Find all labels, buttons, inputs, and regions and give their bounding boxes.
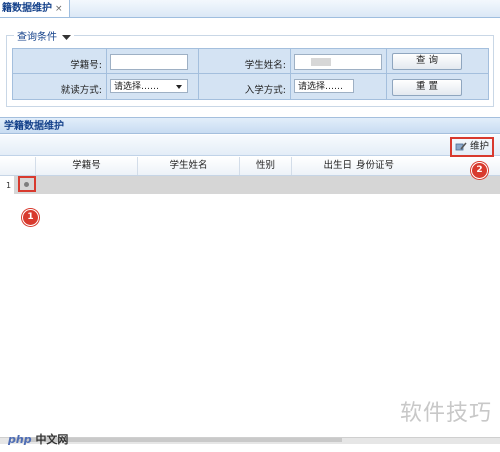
row-number: 1 [6,181,12,190]
panel-title: 学籍数据维护 [0,117,500,134]
query-legend[interactable]: 查询条件 [14,28,75,43]
reset-button[interactable]: 重 置 [392,79,462,96]
chevron-down-icon [62,34,72,40]
grid-header-select [14,157,36,175]
query-col-divider [386,48,387,100]
tab-bar [0,0,500,18]
column-student-name[interactable]: 学生姓名 [138,157,240,175]
query-col-divider [106,48,107,100]
row-radio[interactable] [24,182,29,187]
query-col-divider [290,48,291,100]
student-no-input[interactable] [110,54,188,70]
annotation-badge-2: 2 [471,162,488,179]
watermark-logo: php 中文网 [8,433,69,446]
tab-label: 籍数据维护 [2,3,52,14]
student-no-label: 学籍号: [70,60,102,71]
student-name-input[interactable] [294,54,382,70]
tab-student-data[interactable]: 籍数据维护 × [0,0,70,17]
study-mode-select[interactable]: 请选择…… [110,79,188,93]
column-birthdate[interactable]: 出生日 [292,157,356,175]
table-row[interactable] [14,176,500,194]
study-mode-label: 就读方式: [60,85,102,96]
annotation-badge-1: 1 [22,209,39,226]
query-col-divider [198,48,199,100]
column-student-no[interactable]: 学籍号 [36,157,138,175]
column-id-number[interactable]: 身份证号 [356,157,420,175]
chevron-down-icon [176,85,182,89]
search-button[interactable]: 查 询 [392,53,462,70]
student-name-label: 学生姓名: [244,60,286,71]
close-icon[interactable]: × [55,4,63,14]
grid-toolbar [0,135,500,156]
enroll-mode-label: 入学方式: [244,85,286,96]
redacted-mask [311,58,331,66]
maintain-button[interactable]: 维护 [449,137,494,157]
watermark-text: 软件技巧 [399,401,492,426]
enroll-mode-select[interactable]: 请选择…… [294,79,354,93]
query-row-divider [12,73,489,74]
column-gender[interactable]: 性别 [240,157,292,175]
edit-icon [455,142,467,150]
